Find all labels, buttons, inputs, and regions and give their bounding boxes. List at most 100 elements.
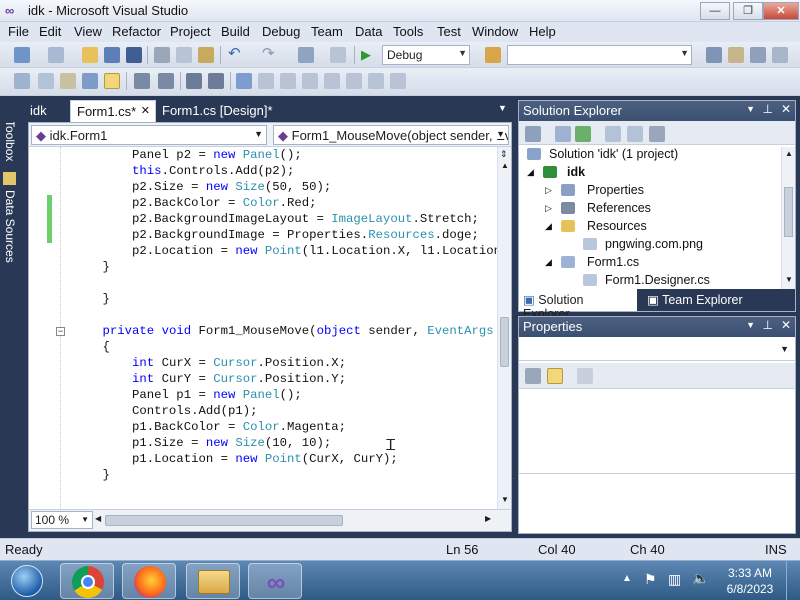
- alphabetical-icon[interactable]: [547, 368, 563, 384]
- next-bookmark-icon[interactable]: [280, 73, 296, 89]
- bookmark-icon[interactable]: [236, 73, 252, 89]
- pin-icon[interactable]: ⊥: [763, 318, 773, 332]
- toggle-outline-icon[interactable]: [104, 73, 120, 89]
- tree-scroll-thumb[interactable]: [784, 187, 793, 237]
- view-code-icon[interactable]: [605, 126, 621, 142]
- tab-form1-cs[interactable]: Form1.cs* ✕: [70, 100, 156, 122]
- show-desktop-button[interactable]: [786, 561, 800, 600]
- taskbar-visual-studio[interactable]: ∞: [248, 563, 302, 599]
- properties-button-icon[interactable]: [525, 126, 541, 142]
- start-button[interactable]: [0, 563, 54, 599]
- tree-item-form1-designer[interactable]: Form1.Designer.cs: [583, 273, 710, 287]
- scroll-up-icon[interactable]: ▲: [501, 161, 509, 170]
- complete-word-icon[interactable]: [82, 73, 98, 89]
- menu-edit[interactable]: Edit: [39, 24, 61, 39]
- find-combo[interactable]: ▼: [507, 45, 692, 65]
- open-folder-icon[interactable]: [82, 47, 98, 63]
- copy-icon[interactable]: [176, 47, 192, 63]
- solution-configuration-select[interactable]: Debug ▼: [382, 45, 470, 65]
- parameter-info-icon[interactable]: [38, 73, 54, 89]
- increase-indent-icon[interactable]: [158, 73, 174, 89]
- decrease-indent-icon[interactable]: [134, 73, 150, 89]
- close-pane-icon[interactable]: ✕: [781, 318, 791, 332]
- action-center-icon[interactable]: ⚑: [644, 571, 657, 588]
- solution-tree-scrollbar[interactable]: ▲ ▼: [781, 147, 795, 289]
- object-browser-icon[interactable]: [750, 47, 766, 63]
- tree-item-references[interactable]: ▷ References: [545, 201, 651, 215]
- find-in-files-icon[interactable]: [485, 47, 501, 63]
- show-all-files-icon[interactable]: [555, 126, 571, 142]
- volume-icon[interactable]: 🔈: [692, 570, 709, 587]
- taskbar-firefox[interactable]: [122, 563, 176, 599]
- scroll-right-icon[interactable]: ▶: [485, 514, 491, 523]
- tree-item-project[interactable]: ◢ idk: [527, 165, 585, 179]
- code-area[interactable]: − Panel p2 = new Panel(); this.Controls.…: [29, 147, 497, 509]
- expander-icon[interactable]: ▷: [545, 203, 552, 214]
- menu-tools[interactable]: Tools: [393, 24, 423, 39]
- type-dropdown[interactable]: ◆ idk.Form1 ▼: [31, 125, 267, 145]
- scroll-down-icon[interactable]: ▼: [501, 495, 509, 504]
- vertical-scrollbar[interactable]: ⇕ ▲ ▼: [497, 147, 511, 509]
- menu-window[interactable]: Window: [472, 24, 518, 39]
- undo-icon[interactable]: ↶: [228, 46, 244, 63]
- object-selector[interactable]: ▼: [519, 339, 795, 361]
- tab-idk[interactable]: idk: [24, 100, 53, 122]
- navigate-forward-icon[interactable]: [330, 47, 346, 63]
- data-sources-tab[interactable]: Data Sources: [3, 190, 17, 263]
- comment-out-icon[interactable]: [186, 73, 202, 89]
- solution-explorer-toolbar-icon[interactable]: [706, 47, 722, 63]
- tree-item-resources[interactable]: ◢ Resources: [545, 219, 647, 233]
- collapse-outline-icon[interactable]: −: [56, 327, 65, 336]
- tree-item-pngwing[interactable]: pngwing.com.png: [583, 237, 703, 251]
- cut-icon[interactable]: [154, 47, 170, 63]
- previous-bookmark-document-icon[interactable]: [346, 73, 362, 89]
- clear-bookmarks-icon[interactable]: [390, 73, 406, 89]
- expander-icon[interactable]: ◢: [545, 257, 552, 268]
- uncomment-icon[interactable]: [208, 73, 224, 89]
- start-debugging-icon[interactable]: ▶: [361, 47, 377, 63]
- view-class-diagram-icon[interactable]: [649, 126, 665, 142]
- member-dropdown[interactable]: ◆ Form1_MouseMove(object sender, Eve ▼: [273, 125, 509, 145]
- expander-icon[interactable]: ◢: [545, 221, 552, 232]
- zoom-dropdown[interactable]: 100 % ▼: [31, 511, 93, 529]
- menu-debug[interactable]: Debug: [262, 24, 300, 39]
- refresh-icon[interactable]: [575, 126, 591, 142]
- data-sources-icon[interactable]: [3, 172, 16, 185]
- tab-form1-cs-design[interactable]: Form1.cs [Design]*: [156, 100, 279, 122]
- network-icon[interactable]: ▥: [668, 571, 681, 588]
- pane-menu-icon[interactable]: ▼: [746, 104, 755, 114]
- menu-view[interactable]: View: [74, 24, 102, 39]
- tree-item-form1-cs[interactable]: ◢ Form1.cs: [545, 255, 639, 269]
- property-pages-icon[interactable]: [577, 368, 593, 384]
- minimize-button[interactable]: —: [700, 2, 730, 20]
- maximize-button[interactable]: ❐: [733, 2, 763, 20]
- add-item-icon[interactable]: [48, 47, 64, 63]
- categorized-icon[interactable]: [525, 368, 541, 384]
- paste-icon[interactable]: [198, 47, 214, 63]
- tree-item-properties[interactable]: ▷ Properties: [545, 183, 644, 197]
- tab-team-explorer[interactable]: ▣ Team Explorer: [643, 289, 793, 311]
- toolbox-toolbar-icon[interactable]: [772, 47, 788, 63]
- expander-icon[interactable]: ▷: [545, 185, 552, 196]
- expander-icon[interactable]: ◢: [527, 167, 534, 178]
- quick-info-icon[interactable]: [60, 73, 76, 89]
- taskbar-file-explorer[interactable]: [186, 563, 240, 599]
- redo-icon[interactable]: ↷: [262, 46, 278, 63]
- tab-overflow-icon[interactable]: ▼: [498, 103, 507, 113]
- close-button[interactable]: ✕: [763, 2, 799, 20]
- horizontal-scroll-thumb[interactable]: [105, 515, 343, 526]
- vertical-scroll-thumb[interactable]: [500, 317, 509, 367]
- menu-file[interactable]: File: [8, 24, 29, 39]
- properties-window-icon[interactable]: [728, 47, 744, 63]
- previous-bookmark-icon[interactable]: [258, 73, 274, 89]
- save-all-icon[interactable]: [126, 47, 142, 63]
- tree-item-solution[interactable]: Solution 'idk' (1 project): [527, 147, 678, 161]
- previous-bookmark-folder-icon[interactable]: [302, 73, 318, 89]
- menu-refactor[interactable]: Refactor: [112, 24, 161, 39]
- show-hidden-icons[interactable]: ▲: [622, 573, 632, 584]
- scroll-left-icon[interactable]: ◀: [95, 514, 101, 523]
- navigate-backward-icon[interactable]: [298, 47, 314, 63]
- new-project-icon[interactable]: [14, 47, 30, 63]
- taskbar-chrome[interactable]: [60, 563, 114, 599]
- close-tab-icon[interactable]: ✕: [141, 104, 150, 117]
